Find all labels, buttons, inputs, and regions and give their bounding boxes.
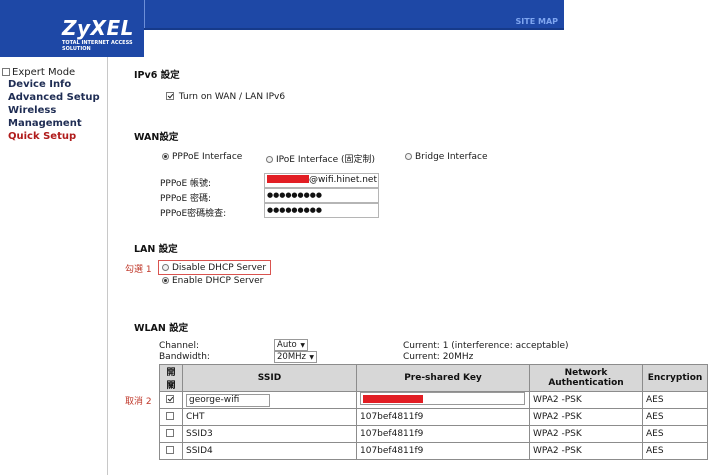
bandwidth-select-value: 20MHz xyxy=(277,352,307,362)
row-enable-cell xyxy=(159,408,183,426)
ssid-cell: SSID3 xyxy=(182,425,357,443)
wan-option-pppoe[interactable]: PPPoE Interface xyxy=(162,152,242,162)
encryption-cell: AES xyxy=(642,425,708,443)
wlan-ssid-table: 開關 SSID Pre-shared Key Network Authentic… xyxy=(159,364,708,460)
lan-section-title: LAN 設定 xyxy=(134,244,178,255)
auth-cell: WPA2 -PSK xyxy=(529,391,643,409)
pppoe-password-confirm-field[interactable]: ●●●●●●●●● xyxy=(264,203,379,218)
ipoe-radio[interactable] xyxy=(266,156,273,163)
wan-section-title: WAN設定 xyxy=(134,132,179,143)
row-enable-cell xyxy=(159,425,183,443)
sidebar-item-advanced-setup[interactable]: Advanced Setup xyxy=(8,92,100,103)
bridge-radio[interactable] xyxy=(405,153,412,160)
channel-label: Channel: xyxy=(159,341,199,351)
encryption-cell: AES xyxy=(642,442,708,460)
row-enable-cell xyxy=(159,391,183,409)
pppoe-password-field[interactable]: ●●●●●●●●● xyxy=(264,188,379,203)
psk-cell: 107bef4811f9 xyxy=(356,442,530,460)
auth-cell: WPA2 -PSK xyxy=(529,442,643,460)
psk-cell: 107bef4811f9 xyxy=(356,425,530,443)
ssid-input[interactable]: george-wifi xyxy=(186,393,270,407)
enable-dhcp-option[interactable]: Enable DHCP Server xyxy=(162,276,263,286)
auth-cell: WPA2 -PSK xyxy=(529,408,643,426)
auth-cell: WPA2 -PSK xyxy=(529,425,643,443)
redacted-psk xyxy=(363,395,423,403)
logo-tagline: TOTAL INTERNET ACCESS SOLUTION xyxy=(62,40,133,52)
pppoe-password-confirm-label: PPPoE密碼檢查: xyxy=(160,209,227,219)
banner-stripe xyxy=(144,28,564,30)
encryption-cell: AES xyxy=(642,391,708,409)
channel-select[interactable]: Auto ▼ xyxy=(274,339,308,351)
chevron-down-icon: ▼ xyxy=(309,354,314,361)
table-row: SSID4 107bef4811f9 WPA2 -PSK AES xyxy=(159,442,708,460)
disable-dhcp-option[interactable]: Disable DHCP Server xyxy=(162,263,266,273)
ssid-enable-checkbox[interactable] xyxy=(166,429,174,437)
sidebar-item-wireless[interactable]: Wireless xyxy=(8,105,56,116)
main-content: IPv6 設定 Turn on WAN / LAN IPv6 WAN設定 PPP… xyxy=(109,57,720,475)
annotation-step-1: 勾選 1 xyxy=(125,265,152,275)
ipv6-checkbox[interactable] xyxy=(166,92,174,100)
wan-option-bridge[interactable]: Bridge Interface xyxy=(405,152,488,162)
psk-cell xyxy=(356,391,530,409)
header: ZyXEL TOTAL INTERNET ACCESS SOLUTION SIT… xyxy=(0,0,720,57)
ssid-enable-checkbox[interactable] xyxy=(166,446,174,454)
expert-mode-checkbox[interactable] xyxy=(2,68,10,76)
disable-dhcp-radio[interactable] xyxy=(162,264,169,271)
wan-option-ipoe[interactable]: IPoE Interface (固定制) xyxy=(266,152,375,165)
expert-mode-label: Expert Mode xyxy=(12,67,76,78)
sidebar: Expert Mode Device Info Advanced Setup W… xyxy=(0,57,108,475)
sidebar-item-management[interactable]: Management xyxy=(8,118,82,129)
chevron-down-icon: ▼ xyxy=(300,342,305,349)
wlan-section-title: WLAN 設定 xyxy=(134,323,189,334)
disable-dhcp-label: Disable DHCP Server xyxy=(172,263,267,273)
site-map-link[interactable]: SITE MAP xyxy=(516,17,558,26)
psk-input[interactable] xyxy=(360,392,525,405)
sidebar-item-device-info[interactable]: Device Info xyxy=(8,79,71,90)
redacted-account xyxy=(267,175,309,183)
column-header-ssid: SSID xyxy=(182,364,357,392)
channel-select-value: Auto xyxy=(277,340,297,350)
pppoe-password-label: PPPoE 密碼: xyxy=(160,194,212,204)
ipv6-section-title: IPv6 設定 xyxy=(134,70,180,81)
bridge-radio-label: Bridge Interface xyxy=(415,152,488,162)
psk-cell: 107bef4811f9 xyxy=(356,408,530,426)
ipv6-toggle-row[interactable]: Turn on WAN / LAN IPv6 xyxy=(166,92,285,102)
pppoe-radio[interactable] xyxy=(162,153,169,160)
logo: ZyXEL TOTAL INTERNET ACCESS SOLUTION xyxy=(0,0,144,57)
pppoe-account-field[interactable]: @wifi.hinet.net xyxy=(264,173,379,188)
sidebar-item-quick-setup[interactable]: Quick Setup xyxy=(8,131,76,142)
ssid-cell: CHT xyxy=(182,408,357,426)
enable-dhcp-radio[interactable] xyxy=(162,277,169,284)
logo-text: ZyXEL xyxy=(62,16,134,40)
pppoe-account-domain: @wifi.hinet.net xyxy=(309,175,377,185)
ssid-cell: SSID4 xyxy=(182,442,357,460)
pppoe-radio-label: PPPoE Interface xyxy=(172,152,243,162)
table-header-row: 開關 SSID Pre-shared Key Network Authentic… xyxy=(159,364,708,392)
encryption-cell: AES xyxy=(642,408,708,426)
annotation-step-2: 取消 2 xyxy=(125,397,152,407)
current-channel-text: Current: 1 (interference: acceptable) xyxy=(403,341,569,351)
top-banner: SITE MAP xyxy=(144,0,564,28)
bandwidth-label: Bandwidth: xyxy=(159,352,210,362)
table-row: SSID3 107bef4811f9 WPA2 -PSK AES xyxy=(159,425,708,443)
pppoe-account-label: PPPoE 帳號: xyxy=(160,179,212,189)
current-bandwidth-text: Current: 20MHz xyxy=(403,352,474,362)
expert-mode-toggle[interactable]: Expert Mode xyxy=(2,67,75,78)
column-header-psk: Pre-shared Key xyxy=(356,364,530,392)
column-header-auth: Network Authentication xyxy=(529,364,643,392)
column-header-encryption: Encryption xyxy=(642,364,708,392)
table-row: CHT 107bef4811f9 WPA2 -PSK AES xyxy=(159,408,708,426)
bandwidth-select[interactable]: 20MHz ▼ xyxy=(274,351,317,363)
ssid-cell: george-wifi xyxy=(182,391,357,409)
ssid-enable-checkbox[interactable] xyxy=(166,412,174,420)
table-row: george-wifi WPA2 -PSK AES xyxy=(159,391,708,409)
column-header-enable: 開關 xyxy=(159,364,183,392)
ssid-enable-checkbox[interactable] xyxy=(166,395,174,403)
ipoe-radio-label: IPoE Interface (固定制) xyxy=(276,155,375,165)
ipv6-checkbox-label: Turn on WAN / LAN IPv6 xyxy=(178,92,286,102)
row-enable-cell xyxy=(159,442,183,460)
enable-dhcp-label: Enable DHCP Server xyxy=(172,276,264,286)
